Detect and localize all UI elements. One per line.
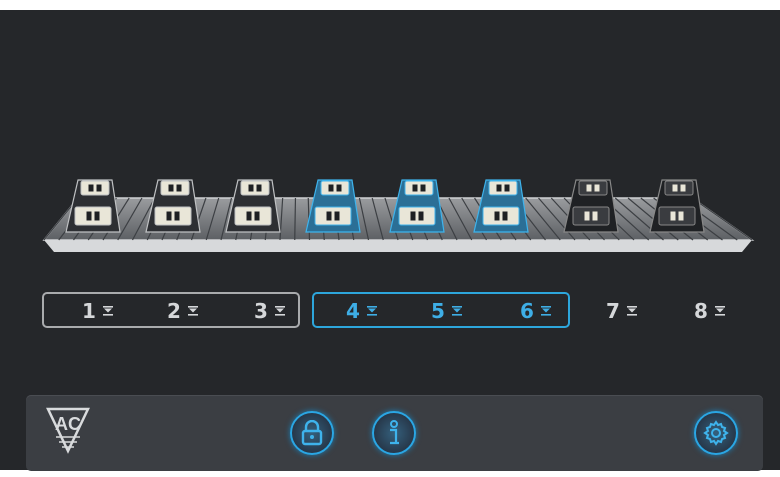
lower-arrow-icon	[540, 306, 551, 316]
slot-number: 7	[606, 299, 620, 323]
lock-icon	[301, 420, 323, 446]
slot-number: 8	[694, 299, 708, 323]
slot-selector-4[interactable]: 4	[340, 298, 384, 324]
slot-number: 2	[167, 299, 181, 323]
slot-selector-8[interactable]: 8	[688, 298, 732, 324]
suction-pod	[225, 179, 281, 233]
display-screen: 1 2 3 4 5 6 7 8 AC	[0, 10, 780, 471]
slot-number: 5	[431, 299, 445, 323]
suction-pod	[649, 179, 705, 233]
lower-arrow-icon	[714, 306, 725, 316]
slot-number: 1	[82, 299, 96, 323]
vacuum-table-illustration	[42, 179, 755, 252]
lower-arrow-icon	[366, 306, 377, 316]
lower-arrow-icon	[451, 306, 462, 316]
slot-selector-6[interactable]: 6	[514, 298, 558, 324]
info-button[interactable]	[372, 411, 416, 455]
lock-button[interactable]	[290, 411, 334, 455]
info-icon	[390, 420, 399, 445]
slot-number: 3	[254, 299, 268, 323]
gear-icon	[703, 420, 729, 446]
lower-arrow-icon	[274, 306, 285, 316]
lower-arrow-icon	[102, 306, 113, 316]
lower-arrow-icon	[626, 306, 637, 316]
slot-selector-5[interactable]: 5	[425, 298, 469, 324]
lower-arrow-icon	[187, 306, 198, 316]
suction-pod	[389, 179, 445, 233]
slot-selector-1[interactable]: 1	[76, 298, 120, 324]
suction-pod	[305, 179, 361, 233]
slot-number: 4	[346, 299, 360, 323]
slot-selector-3[interactable]: 3	[248, 298, 292, 324]
suction-pod	[473, 179, 529, 233]
slot-number: 6	[520, 299, 534, 323]
suction-pod	[145, 179, 201, 233]
ac-logo: AC	[46, 407, 90, 454]
suction-pod	[65, 179, 121, 233]
slot-selector-2[interactable]: 2	[161, 298, 205, 324]
logo-text: AC	[55, 414, 81, 434]
slot-selector-7[interactable]: 7	[600, 298, 644, 324]
bottom-toolbar: AC	[26, 395, 763, 471]
suction-pod	[563, 179, 619, 233]
settings-button[interactable]	[694, 411, 738, 455]
